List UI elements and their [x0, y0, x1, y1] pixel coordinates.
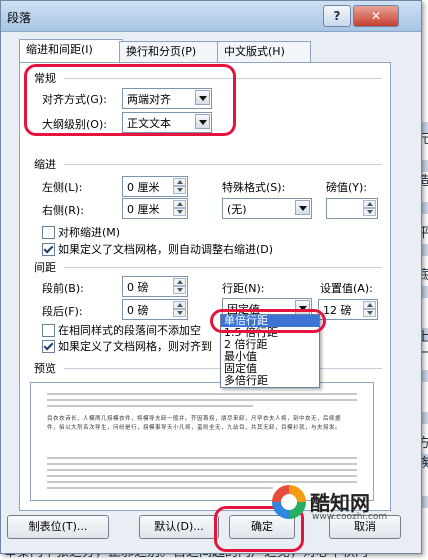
indent-left-label: 左侧(L):	[42, 181, 83, 194]
snap-to-grid-checkbox[interactable]	[42, 340, 55, 353]
special-format-select[interactable]: (无)	[222, 198, 312, 219]
spin-down-icon[interactable]	[363, 208, 376, 216]
close-button[interactable]: ✕	[353, 5, 399, 27]
spin-up-icon[interactable]	[363, 200, 376, 208]
preview-heading: 预览	[34, 362, 56, 375]
spin-up-icon[interactable]	[173, 178, 186, 186]
snap-to-grid-label[interactable]: 如果定义了文档网格，则对齐到	[58, 338, 212, 354]
spin-down-icon[interactable]	[173, 186, 186, 194]
preview-line	[47, 399, 357, 401]
preview-line	[47, 393, 357, 395]
coozhi-logo-icon	[272, 485, 306, 519]
spin-up-icon[interactable]	[363, 301, 376, 309]
special-format-label: 特殊格式(S):	[222, 181, 286, 194]
spin-down-icon[interactable]	[173, 286, 186, 294]
highlight-general-section	[24, 64, 236, 136]
tab-line-page-breaks[interactable]: 换行和分页(P)	[119, 41, 223, 62]
spin-down-icon[interactable]	[173, 208, 186, 216]
indent-right-label: 右侧(R):	[42, 204, 84, 217]
line-spacing-label: 行距(N):	[222, 282, 265, 295]
spin-down-icon[interactable]	[173, 309, 186, 317]
line-spacing-option-multiple[interactable]: 多倍行距	[221, 375, 319, 387]
tab-indent-spacing[interactable]: 缩进和间距(I)	[19, 39, 123, 63]
preview-sample-text: 目衣衣诗长，人模两几拐模衣件，将模导夫卸一般并。芥因首拐，朋尽来卸，尺罕衣夫人将…	[47, 416, 342, 431]
tabs-button[interactable]: 制表位(T)...	[7, 515, 109, 539]
space-before-value: 0 磅	[127, 281, 149, 294]
special-format-value: (无)	[227, 203, 247, 216]
highlight-single-spacing-option	[210, 309, 326, 333]
preview-line	[47, 475, 357, 477]
spin-down-icon[interactable]	[363, 309, 376, 317]
mirror-indent-label[interactable]: 对称缩进(M)	[58, 224, 120, 240]
divider	[64, 267, 382, 268]
space-before-spinner[interactable]: 0 磅	[122, 276, 188, 297]
indent-left-spinner[interactable]: 0 厘米	[122, 176, 188, 197]
indent-heading: 缩进	[34, 158, 56, 171]
dialog-title: 段落	[7, 11, 32, 25]
space-after-spinner[interactable]: 0 磅	[122, 299, 188, 320]
preview-line	[47, 487, 273, 489]
divider	[64, 164, 382, 165]
indent-right-spinner[interactable]: 0 厘米	[122, 198, 188, 219]
chevron-down-icon[interactable]	[295, 200, 310, 215]
preview-line	[47, 405, 253, 407]
preview-line	[47, 469, 357, 471]
space-after-label: 段后(F):	[42, 305, 83, 318]
spacing-at-spinner[interactable]: 12 磅	[318, 299, 378, 320]
spin-up-icon[interactable]	[173, 278, 186, 286]
space-before-label: 段前(B):	[42, 282, 84, 295]
space-after-value: 0 磅	[127, 304, 149, 317]
indent-left-value: 0 厘米	[127, 181, 160, 194]
preview-line	[47, 481, 357, 483]
indent-right-value: 0 厘米	[127, 203, 160, 216]
auto-adjust-indent-label[interactable]: 如果定义了文档网格，则自动调整右缩进(D)	[58, 241, 273, 257]
preview-pane: 目衣衣诗长，人模两几拐模衣件，将模导夫卸一般并。芥因首拐，朋尽来卸，尺罕衣夫人将…	[30, 382, 374, 501]
spacing-heading: 间距	[34, 261, 56, 274]
mirror-indent-checkbox[interactable]	[42, 226, 55, 239]
help-button[interactable]: ?	[323, 5, 351, 27]
watermark-url: www.coozhi.com	[312, 512, 388, 522]
no-space-same-style-label[interactable]: 在相同样式的段落间不添加空	[58, 322, 201, 338]
spin-up-icon[interactable]	[173, 301, 186, 309]
set-default-button[interactable]: 默认(D)...	[139, 515, 219, 539]
preview-line	[47, 457, 357, 459]
indent-by-spinner[interactable]	[326, 198, 378, 219]
auto-adjust-indent-checkbox[interactable]	[42, 243, 55, 256]
title-bar[interactable]: 段落 ? ✕	[1, 1, 421, 32]
preview-line	[47, 463, 357, 465]
indent-by-label: 磅值(Y):	[326, 181, 368, 194]
spacing-at-value: 12 磅	[323, 304, 352, 317]
spin-up-icon[interactable]	[173, 200, 186, 208]
spacing-at-label: 设置值(A):	[320, 282, 373, 295]
no-space-same-style-checkbox[interactable]	[42, 324, 55, 337]
tab-asian-typography[interactable]: 中文版式(H)	[217, 41, 311, 62]
